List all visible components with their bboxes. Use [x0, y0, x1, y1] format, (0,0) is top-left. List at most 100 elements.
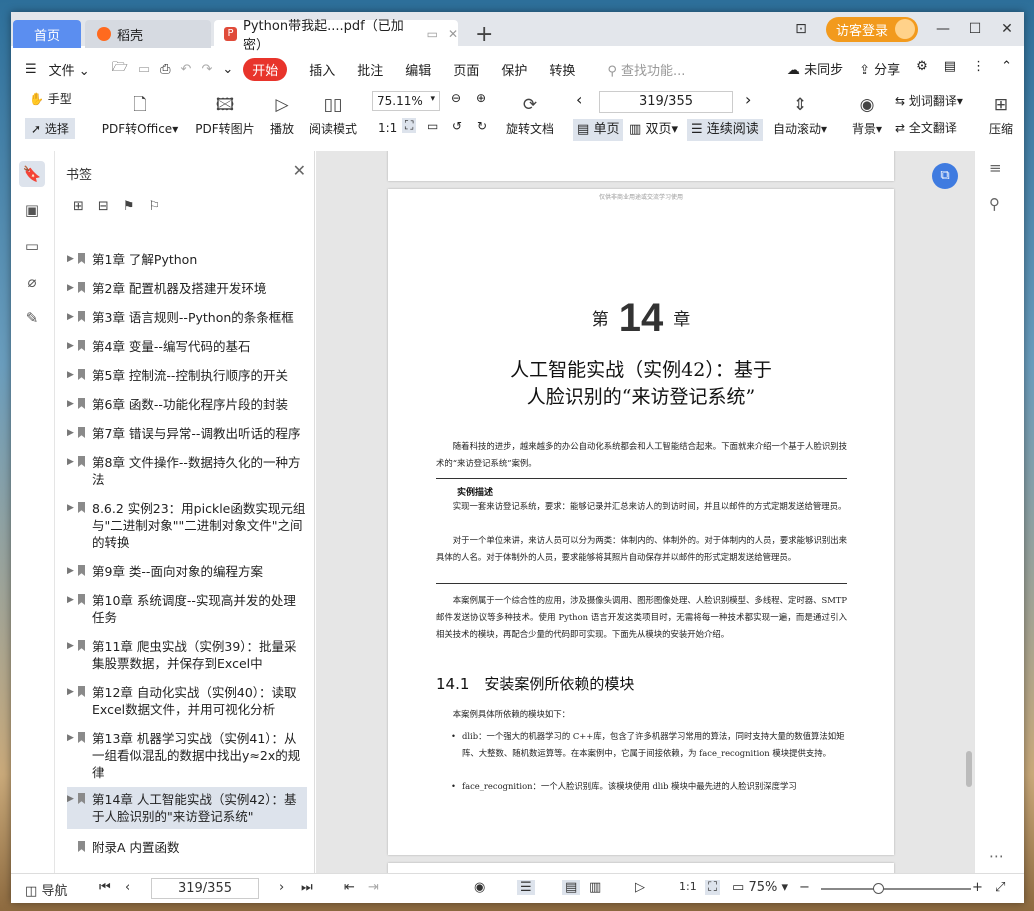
- attachment-icon[interactable]: ⌀: [19, 269, 45, 295]
- zoom-in-status-icon[interactable]: +: [972, 880, 983, 895]
- bookmark-item[interactable]: 附录A 内置函数: [67, 839, 307, 856]
- back-icon[interactable]: ⇤: [344, 880, 355, 895]
- last-page-icon[interactable]: ⏭: [301, 880, 313, 895]
- zoom-select-status[interactable]: ▭ 75% ▾: [732, 880, 788, 895]
- bookmark-item[interactable]: ▶ 第12章 自动化实战（实例40）：读取Excel数据文件，并用可视化分析: [67, 684, 307, 718]
- expand-arrow-icon[interactable]: ▶: [67, 791, 74, 808]
- floating-convert-button[interactable]: ⧉: [932, 163, 958, 189]
- hamburger-icon[interactable]: ☰: [25, 62, 37, 77]
- single-page-button[interactable]: ▤ 单页: [573, 119, 624, 141]
- prev-page-icon[interactable]: ‹: [125, 880, 130, 895]
- play-mode-icon[interactable]: ▷: [635, 880, 645, 895]
- menu-convert[interactable]: 转换: [549, 60, 575, 79]
- expand-arrow-icon[interactable]: ▶: [67, 563, 74, 580]
- guest-login-button[interactable]: 访客登录: [825, 16, 918, 42]
- next-page-icon[interactable]: ›: [279, 880, 284, 895]
- collapse-all-icon[interactable]: ⊟: [98, 199, 109, 214]
- bookmark-item[interactable]: ▶ 第7章 错误与异常--调教出听话的程序: [67, 425, 307, 442]
- menu-comment[interactable]: 批注: [357, 60, 383, 79]
- bookmark-item[interactable]: ▶ 第3章 语言规则--Python的条条框框: [67, 309, 307, 326]
- expand-arrow-icon[interactable]: ▶: [67, 730, 74, 747]
- rotate-right-button[interactable]: ↻: [477, 119, 487, 133]
- tab-home[interactable]: 首页: [13, 20, 81, 48]
- new-tab-button[interactable]: +: [475, 22, 493, 47]
- more-options-icon[interactable]: ⋯: [989, 847, 1004, 865]
- close-window-icon[interactable]: ✕: [1000, 21, 1014, 37]
- add-bookmark-icon[interactable]: ⚑: [123, 199, 135, 214]
- bookmark-item[interactable]: ▶ 第5章 控制流--控制执行顺序的开关: [67, 367, 307, 384]
- redo-icon[interactable]: ↷: [201, 62, 212, 77]
- bookmark-item[interactable]: ▶ 第10章 系统调度--实现高并发的处理任务: [67, 592, 307, 626]
- expand-arrow-icon[interactable]: ▶: [67, 338, 74, 355]
- expand-arrow-icon[interactable]: ▶: [67, 425, 74, 442]
- page-number-input[interactable]: 319/355: [599, 91, 733, 113]
- expand-arrow-icon[interactable]: ▶: [67, 309, 74, 326]
- expand-arrow-icon[interactable]: ▶: [67, 396, 74, 413]
- bookmark-panel-icon[interactable]: 🔖: [19, 161, 45, 187]
- annotation-icon[interactable]: ▭: [19, 233, 45, 259]
- zoom-slider[interactable]: [821, 883, 971, 894]
- fit-page-status-icon[interactable]: ⛶: [705, 880, 721, 895]
- read-mode-button[interactable]: ▯▯ 阅读模式: [308, 94, 358, 137]
- menu-file[interactable]: 文件 ⌄: [49, 60, 90, 79]
- bookmark-item[interactable]: ▶ 8.6.2 实例23：用pickle函数实现元组与"二进制对象""二进制对象文…: [67, 500, 307, 551]
- function-search[interactable]: ⚲ 查找功能...: [607, 60, 685, 79]
- zoom-out-status-icon[interactable]: −: [799, 880, 810, 895]
- rotate-document-button[interactable]: ⟳ 旋转文档: [505, 94, 555, 137]
- next-page-button[interactable]: ›: [745, 90, 751, 109]
- bookmark-flag-icon[interactable]: ⚐: [148, 199, 160, 214]
- select-tool[interactable]: ➚ 选择: [25, 118, 75, 139]
- panel-close-icon[interactable]: ✕: [293, 161, 306, 180]
- rotate-left-button[interactable]: ↺: [452, 119, 462, 133]
- expand-all-icon[interactable]: ⊞: [73, 199, 84, 214]
- search-text-icon[interactable]: ⚲: [989, 195, 1000, 213]
- minimize-icon[interactable]: —: [936, 21, 950, 37]
- tab-docer[interactable]: 稻壳: [85, 20, 211, 48]
- scrollbar-thumb[interactable]: [966, 751, 972, 787]
- menu-protect[interactable]: 保护: [501, 60, 527, 79]
- prev-page-button[interactable]: ‹: [576, 90, 582, 109]
- comment-icon[interactable]: ▤: [944, 59, 956, 78]
- save-icon[interactable]: ▭: [138, 62, 150, 77]
- continuous-mode-icon[interactable]: ☰: [517, 880, 535, 895]
- expand-arrow-icon[interactable]: ▶: [67, 592, 74, 609]
- actual-size-status-icon[interactable]: 1:1: [679, 880, 697, 893]
- autoscroll-button[interactable]: ⇕ 自动滚动▾: [771, 94, 829, 137]
- expand-arrow-icon[interactable]: ▶: [67, 454, 74, 471]
- eye-care-icon[interactable]: ◉: [474, 880, 485, 895]
- fit-page-button[interactable]: ⛶: [402, 118, 417, 133]
- vertical-scrollbar[interactable]: [964, 151, 974, 873]
- quick-access-more-icon[interactable]: ⌄: [222, 62, 233, 77]
- properties-icon[interactable]: ≡: [989, 159, 1002, 177]
- thumbnail-icon[interactable]: ▣: [19, 197, 45, 223]
- collapse-ribbon-icon[interactable]: ⌃: [1001, 59, 1012, 78]
- bookmark-item[interactable]: ▶ 第1章 了解Python: [67, 251, 307, 268]
- open-icon[interactable]: 🗁: [112, 58, 128, 80]
- expand-arrow-icon[interactable]: ▶: [67, 684, 74, 701]
- bookmark-item[interactable]: ▶ 第2章 配置机器及搭建开发环境: [67, 280, 307, 297]
- maximize-icon[interactable]: ☐: [968, 21, 982, 37]
- zoom-out-button[interactable]: ⊖: [451, 91, 461, 105]
- continuous-read-button[interactable]: ☰ 连续阅读: [687, 119, 763, 141]
- share-button[interactable]: ⇪ 分享: [859, 59, 900, 78]
- expand-arrow-icon[interactable]: ▶: [67, 367, 74, 384]
- double-page-button[interactable]: ▥ 双页▾: [625, 119, 682, 141]
- pdf-to-office-button[interactable]: 🗋 PDF转Office▾: [101, 94, 179, 137]
- translate-word-button[interactable]: ⇆ 划词翻译▾: [895, 92, 963, 109]
- expand-arrow-icon[interactable]: ▶: [67, 638, 74, 655]
- settings-icon[interactable]: ⚙: [916, 59, 928, 78]
- bookmark-item[interactable]: ▶ 第11章 爬虫实战（实例39）：批量采集股票数据，并保存到Excel中: [67, 638, 307, 672]
- bookmark-item[interactable]: ▶ 第9章 类--面向对象的编程方案: [67, 563, 307, 580]
- hand-tool[interactable]: ✋ 手型: [29, 90, 72, 107]
- zoom-in-button[interactable]: ⊕: [476, 91, 486, 105]
- expand-arrow-icon[interactable]: ▶: [67, 251, 74, 268]
- play-button[interactable]: ▷ 播放: [269, 94, 295, 137]
- bookmark-item[interactable]: ▶ 第13章 机器学习实战（实例41）：从一组看似混乱的数据中找出y≈2x的规律: [67, 730, 307, 781]
- tab-list-icon[interactable]: ⊡: [794, 21, 808, 37]
- forward-icon[interactable]: ⇥: [368, 880, 379, 895]
- document-viewport[interactable]: 仅供非商业用途或交流学习使用 第 14 章 人工智能实战（实例42）：基于 人脸识别…: [316, 151, 974, 873]
- menu-start[interactable]: 开始: [243, 57, 288, 81]
- expand-arrow-icon[interactable]: ▶: [67, 500, 74, 517]
- compress-button[interactable]: ⊞ 压缩: [986, 94, 1016, 137]
- print-icon[interactable]: ⎙: [160, 62, 170, 77]
